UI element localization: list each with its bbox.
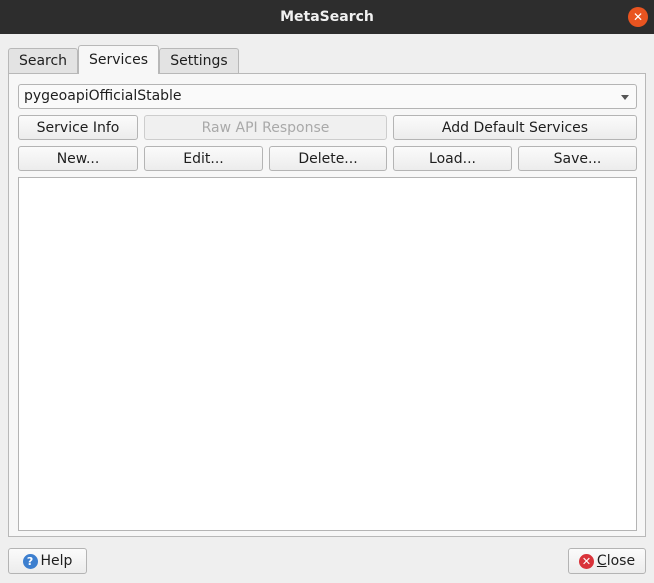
tab-services-label: Services bbox=[88, 52, 149, 68]
help-label: Help bbox=[40, 553, 73, 569]
edit-service-button[interactable]: Edit... bbox=[144, 146, 263, 171]
chevron-down-icon bbox=[621, 95, 629, 100]
tab-services[interactable]: Services bbox=[78, 45, 159, 74]
help-button[interactable]: ? Help bbox=[8, 548, 87, 574]
close-label: Close bbox=[597, 553, 635, 569]
window-close-icon[interactable]: ✕ bbox=[628, 7, 648, 27]
service-info-view[interactable] bbox=[18, 177, 637, 531]
tab-settings[interactable]: Settings bbox=[159, 48, 239, 73]
service-select[interactable]: pygeoapiOfficialStable bbox=[18, 84, 637, 109]
close-button[interactable]: ✕ Close bbox=[568, 548, 646, 574]
close-icon: ✕ bbox=[578, 553, 594, 569]
service-select-value: pygeoapiOfficialStable bbox=[24, 88, 182, 104]
new-service-button[interactable]: New... bbox=[18, 146, 138, 171]
load-services-button[interactable]: Load... bbox=[393, 146, 512, 171]
add-default-services-button[interactable]: Add Default Services bbox=[393, 115, 637, 140]
window-title: MetaSearch bbox=[280, 9, 374, 25]
close-mnemonic: C bbox=[596, 553, 607, 569]
save-services-button[interactable]: Save... bbox=[518, 146, 637, 171]
close-label-rest: lose bbox=[606, 553, 636, 569]
delete-service-button[interactable]: Delete... bbox=[269, 146, 387, 171]
raw-api-response-button[interactable]: Raw API Response bbox=[144, 115, 387, 140]
help-icon: ? bbox=[22, 553, 38, 569]
tab-search[interactable]: Search bbox=[8, 48, 78, 73]
window-titlebar: MetaSearch ✕ bbox=[0, 0, 654, 34]
tab-settings-label: Settings bbox=[170, 53, 228, 69]
tab-search-label: Search bbox=[18, 53, 68, 69]
service-info-button[interactable]: Service Info bbox=[18, 115, 138, 140]
